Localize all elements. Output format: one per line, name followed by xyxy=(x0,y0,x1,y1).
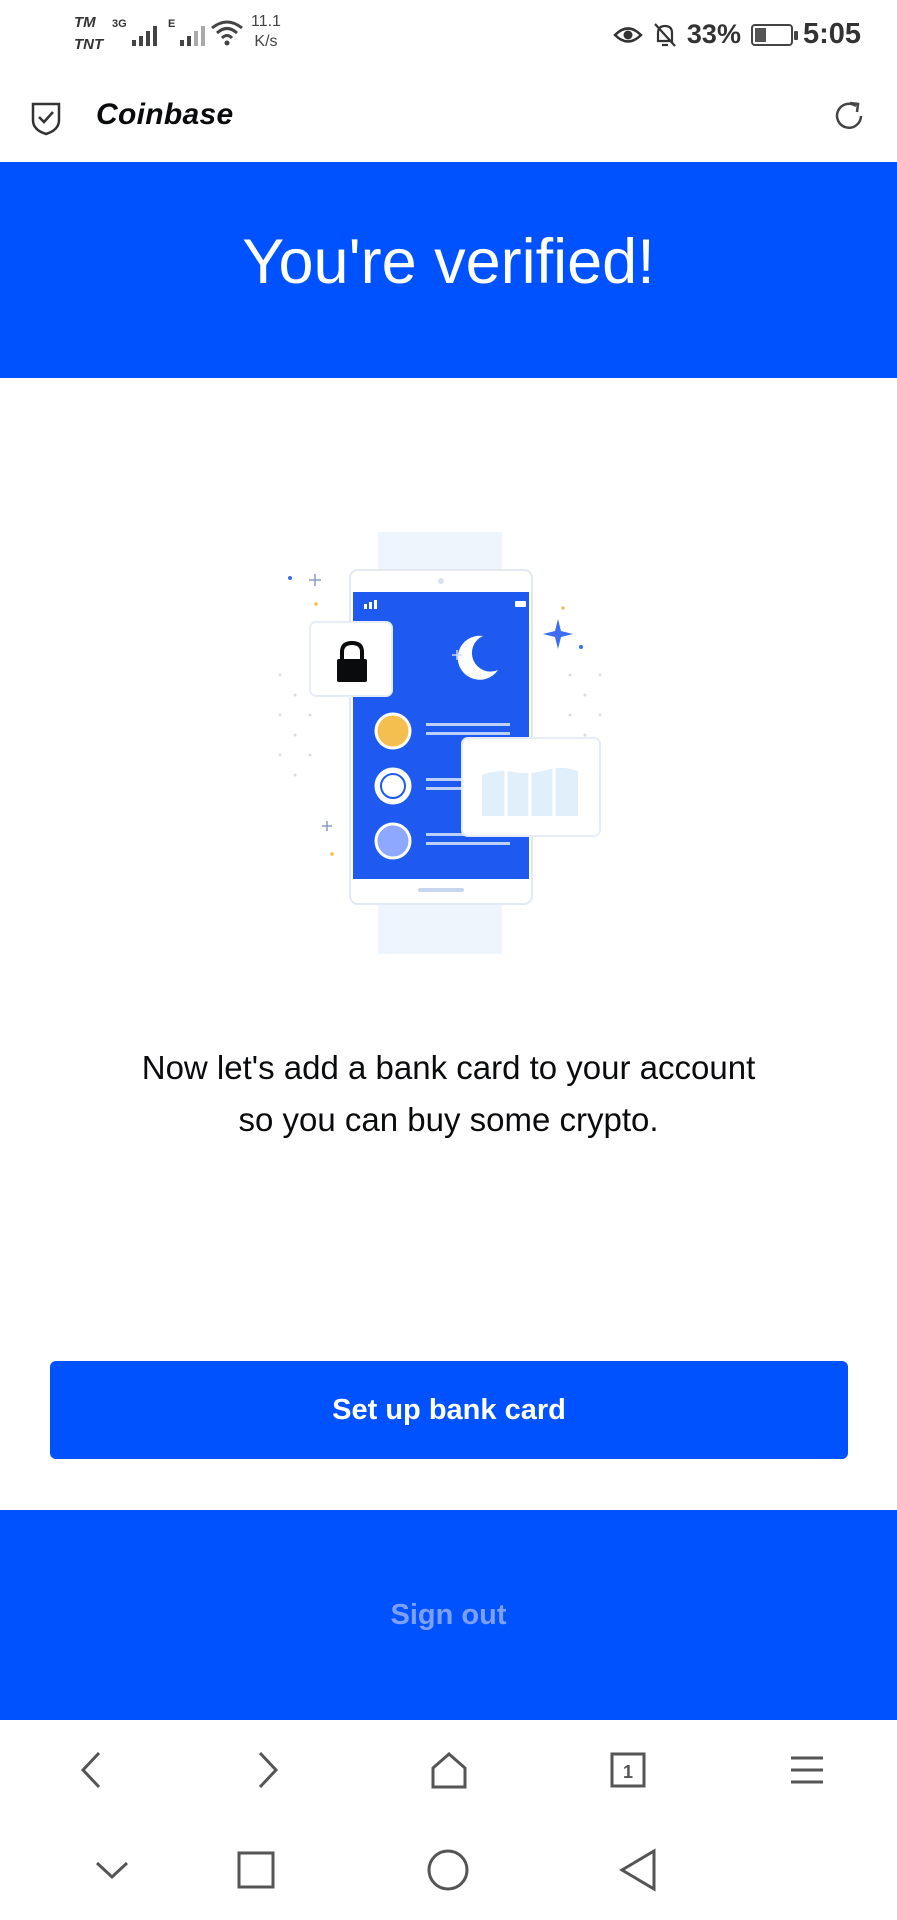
network-speed: 11.1 K/s xyxy=(251,13,281,50)
carrier-1: TM xyxy=(74,14,96,31)
forward-icon[interactable] xyxy=(247,1748,291,1792)
sparkle-icon xyxy=(309,574,332,831)
carrier-labels: TM TNT xyxy=(74,12,103,56)
carrier-2: TNT xyxy=(74,36,104,53)
browser-toolbar: 1 xyxy=(0,1720,897,1820)
status-time: 5:05 xyxy=(802,18,861,50)
phone-illustration xyxy=(278,532,602,954)
signal-icon: 3G xyxy=(112,18,157,46)
wifi-icon xyxy=(211,20,243,46)
shield-check-icon[interactable] xyxy=(30,100,62,136)
set-up-bank-card-button[interactable]: Set up bank card xyxy=(50,1361,848,1459)
chart-card-icon xyxy=(461,737,601,837)
menu-icon[interactable] xyxy=(785,1748,829,1792)
lock-icon xyxy=(309,621,393,697)
tab-count: 1 xyxy=(623,1762,633,1782)
network-type-1: 3G xyxy=(112,18,127,30)
status-bar: TM TNT 3G E 11.1 K/s 33% 5:05 xyxy=(0,0,897,70)
message-line-1: Now let's add a bank card to your accoun… xyxy=(141,1049,756,1086)
collapse-icon[interactable] xyxy=(88,1846,136,1894)
home-icon[interactable] xyxy=(427,1748,471,1792)
recents-icon[interactable] xyxy=(232,1846,280,1894)
system-navigation-bar xyxy=(0,1820,897,1920)
battery-icon xyxy=(750,23,798,46)
home-circle-icon[interactable] xyxy=(424,1846,472,1894)
sparkle-icon xyxy=(543,619,573,649)
back-icon[interactable] xyxy=(68,1748,112,1792)
signal-icon: E xyxy=(168,18,206,46)
brand-name: Coinbase xyxy=(96,98,234,131)
browser-header: Coinbase xyxy=(0,70,897,163)
banner-title: You're verified! xyxy=(242,227,655,297)
eye-icon xyxy=(613,26,643,43)
network-type-2: E xyxy=(168,18,176,30)
instruction-message: Now let's add a bank card to your accoun… xyxy=(60,1042,837,1146)
sign-out-area: Sign out xyxy=(0,1510,897,1720)
tabs-icon[interactable]: 1 xyxy=(606,1748,650,1792)
reload-icon[interactable] xyxy=(831,98,867,134)
sign-out-button[interactable]: Sign out xyxy=(0,1510,897,1720)
battery-percent: 33% xyxy=(686,19,741,49)
bell-muted-icon xyxy=(654,22,676,47)
back-triangle-icon[interactable] xyxy=(614,1846,662,1894)
verified-banner: You're verified! xyxy=(0,162,897,378)
message-line-2: so you can buy some crypto. xyxy=(238,1101,659,1138)
